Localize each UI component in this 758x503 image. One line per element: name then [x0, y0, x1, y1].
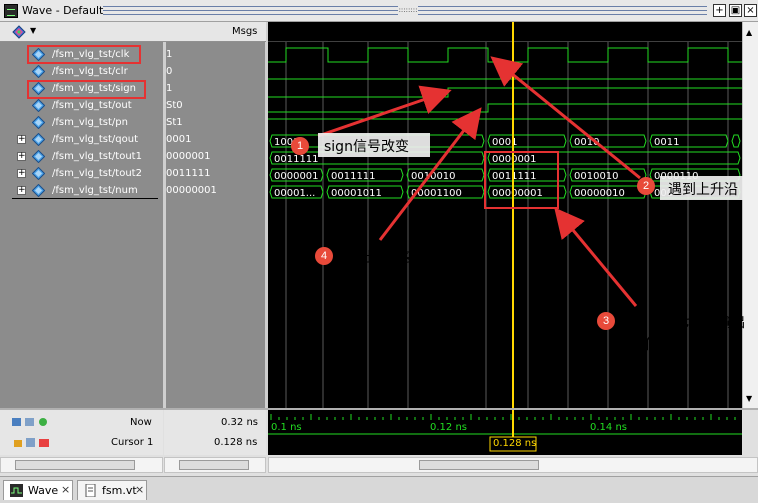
scroll-up-icon[interactable]: ▲ [746, 28, 752, 37]
signal-row[interactable]: /fsm_vlg_tst/out St0 [0, 97, 266, 114]
signal-value: 0 [166, 66, 173, 77]
wave-window-icon [4, 4, 18, 18]
window-title: Wave - Default [22, 4, 104, 17]
values-hscrollbar[interactable] [164, 457, 266, 473]
clk-waveform [268, 47, 742, 63]
signal-name[interactable]: /fsm_vlg_tst/tout1 [52, 151, 142, 162]
signal-row[interactable]: + /fsm_vlg_tst/num 00000001 [0, 182, 266, 199]
signal-diamond-icon [32, 116, 45, 129]
signal-diamond-icon [32, 184, 45, 197]
signal-value: St0 [166, 100, 183, 111]
annotation-badge-4: 4 [315, 247, 333, 265]
annotation-badge-2: 2 [637, 177, 655, 195]
signal-row[interactable]: /fsm_vlg_tst/pn St1 [0, 114, 266, 131]
tout2-bus-label: 0011111 [492, 171, 537, 182]
expand-icon[interactable]: + [17, 186, 26, 195]
wave-tab-icon [10, 484, 23, 497]
tout1-bus-label: 0000001 [492, 154, 537, 165]
signal-value: 1 [166, 83, 173, 94]
expand-icon[interactable]: + [17, 135, 26, 144]
toolbar-icons[interactable] [12, 416, 50, 428]
cursor-value[interactable]: 0.128 ns [214, 437, 257, 448]
dock-button[interactable]: + [713, 4, 726, 17]
signal-value: 0000001 [166, 151, 211, 162]
out-waveform [268, 103, 742, 113]
qout-bus-label: 0011 [654, 137, 679, 148]
tab-bar: Wave × fsm.vt × [0, 476, 758, 503]
signal-diamond-icon [32, 133, 45, 146]
num-bus-label: 00000001 [492, 188, 543, 199]
signal-row[interactable]: + /fsm_vlg_tst/tout2 0011111 [0, 165, 266, 182]
cursor-label[interactable]: Cursor 1 [111, 437, 153, 448]
titlebar-grip[interactable]: :::::::: [103, 6, 707, 15]
tick-label: 0.12 ns [430, 422, 467, 433]
signal-diamond-icon [32, 99, 45, 112]
signal-diamond-icon [32, 150, 45, 163]
close-icon[interactable]: × [61, 483, 70, 496]
tout2-bus-label: 0000001 [274, 171, 319, 182]
scroll-down-icon[interactable]: ▼ [746, 394, 752, 403]
num-bus-label: 00000010 [574, 188, 625, 199]
pane-header: ▼ Msgs [0, 22, 266, 42]
tout2-bus-label: 0011111 [331, 171, 376, 182]
wave-hscrollbar[interactable] [268, 457, 758, 473]
file-icon [85, 484, 96, 497]
annotation-badge-3: 3 [597, 312, 615, 330]
signal-name[interactable]: /fsm_vlg_tst/pn [52, 117, 128, 128]
close-button[interactable]: × [744, 4, 757, 17]
signal-value: 0001 [166, 134, 192, 145]
tout2-bus-label: 0010010 [574, 171, 619, 182]
qout-bus-segment [731, 134, 741, 148]
signal-row[interactable]: + /fsm_vlg_tst/tout1 0000001 [0, 148, 266, 165]
signal-value: 00000001 [166, 185, 217, 196]
tab-fsm-vt[interactable]: fsm.vt × [77, 480, 147, 500]
annotation-text-1: sign信号改变 [324, 139, 409, 155]
undock-button[interactable]: ▣ [729, 4, 742, 17]
tout1-bus-label: 0011111 [274, 154, 319, 165]
expand-icon[interactable]: + [17, 169, 26, 178]
status-values: 0.32 ns 0.128 ns [164, 410, 266, 455]
num-bus-label: 00001... [274, 188, 315, 199]
tout2-bus-label: 0010010 [411, 171, 456, 182]
timeline-ruler[interactable]: 0.1 ns 0.12 ns 0.14 ns 0.128 ns [268, 410, 742, 455]
annotation-text-4: 输出发生变化 [348, 250, 432, 266]
now-value: 0.32 ns [221, 417, 258, 428]
annotation-text-2: 遇到上升沿 [668, 182, 738, 198]
tick-label: 0.1 ns [271, 422, 302, 433]
signal-diamond-icon [32, 167, 45, 180]
status-area: Now Cursor 1 0.32 ns 0.128 ns 0.1 ns 0.1… [0, 408, 758, 476]
status-names: Now Cursor 1 [0, 410, 163, 455]
num-bus-label: 00001100 [411, 188, 462, 199]
sign-waveform [268, 87, 742, 98]
signal-value: 1 [166, 49, 173, 60]
close-icon[interactable]: × [135, 483, 144, 496]
signal-row[interactable]: /fsm_vlg_tst/clr 0 [0, 63, 266, 80]
signal-name[interactable]: /fsm_vlg_tst/clr [52, 66, 128, 77]
signal-name[interactable]: /fsm_vlg_tst/tout2 [52, 168, 142, 179]
signal-name[interactable]: /fsm_vlg_tst/out [52, 100, 132, 111]
signal-row[interactable]: + /fsm_vlg_tst/qout 0001 [0, 131, 266, 148]
num-bus-label: 00001011 [331, 188, 382, 199]
highlight-box-sign [27, 80, 146, 99]
qout-bus-label: 0010 [574, 137, 599, 148]
signal-value: St1 [166, 117, 183, 128]
names-hscrollbar[interactable] [0, 457, 163, 473]
signal-value: 0011111 [166, 168, 211, 179]
msgs-header: Msgs [232, 26, 258, 37]
signal-name[interactable]: /fsm_vlg_tst/num [52, 185, 138, 196]
cursor-tool-icons[interactable] [14, 436, 50, 449]
tab-wave[interactable]: Wave × [3, 480, 73, 500]
annotation-badge-1: 1 [291, 137, 309, 155]
annotation-text-3: num和七段管输出变化 [630, 315, 746, 353]
expand-icon[interactable]: + [17, 152, 26, 161]
highlight-box-clk [27, 45, 141, 64]
tick-label: 0.14 ns [590, 422, 627, 433]
signal-diamond-icon [32, 65, 45, 78]
signal-group-icon[interactable] [12, 25, 26, 39]
now-label: Now [130, 417, 152, 428]
cursor-time-tag[interactable]: 0.128 ns [493, 438, 536, 449]
window-titlebar: Wave - Default :::::::: + ▣ × [0, 0, 758, 22]
chevron-down-icon[interactable]: ▼ [30, 26, 36, 35]
signal-name[interactable]: /fsm_vlg_tst/qout [52, 134, 138, 145]
